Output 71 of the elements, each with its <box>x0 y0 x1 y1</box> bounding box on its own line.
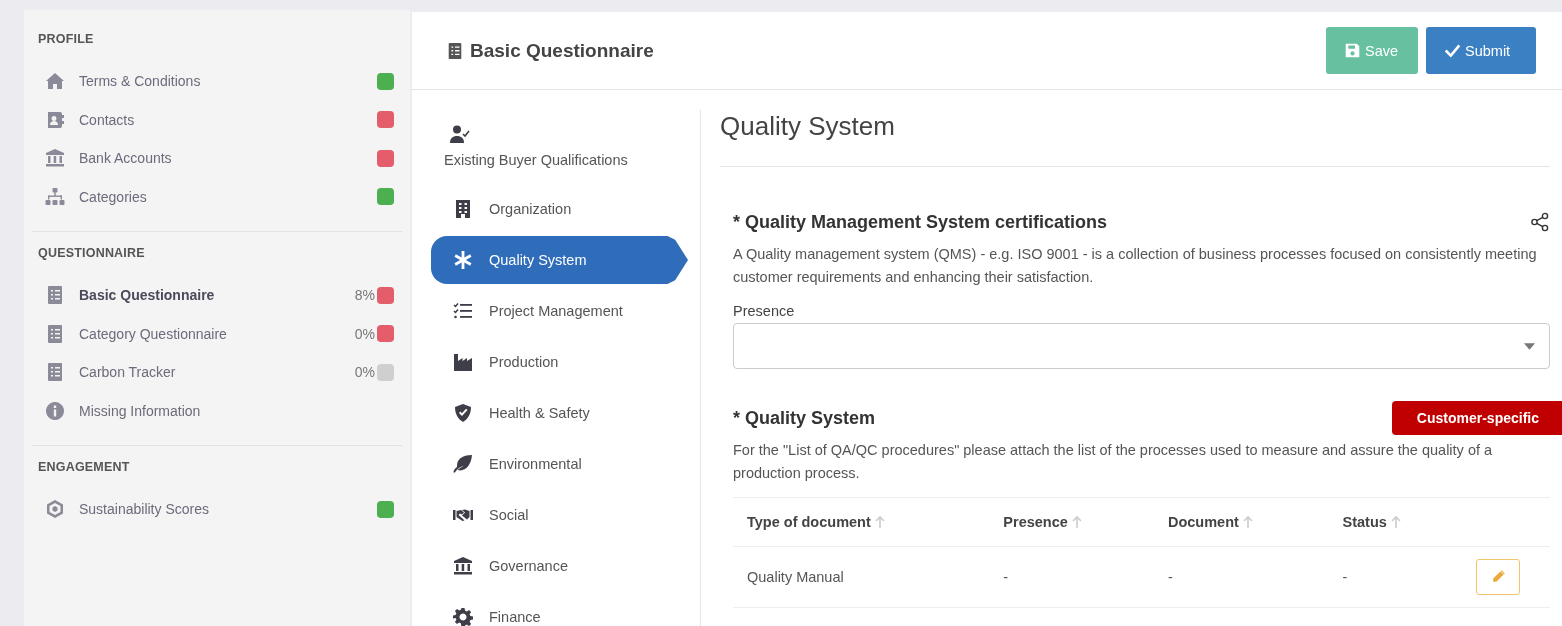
sort-arrow-icon[interactable] <box>1242 515 1253 529</box>
column-header[interactable]: Presence <box>989 497 1154 547</box>
section-title: Quality System <box>720 110 896 142</box>
section-heading: ENGAGEMENT <box>38 460 131 474</box>
edit-button[interactable] <box>1476 559 1520 595</box>
caret-icon <box>1524 342 1535 350</box>
sidebar-item[interactable]: Contacts <box>32 100 410 139</box>
question-title: * Quality Management System certifications <box>733 211 1108 233</box>
sidebar-item[interactable]: Basic Questionnaire 8% <box>32 276 410 315</box>
nav-item[interactable]: Project Management <box>431 287 688 335</box>
checkmark-icon <box>1444 42 1461 59</box>
bank-icon <box>453 556 473 576</box>
table-cell: - <box>1328 546 1462 608</box>
asterisk-icon <box>453 250 473 270</box>
sidebar-item[interactable]: Categories <box>32 177 410 216</box>
question-description: A Quality management system (QMS) - e.g. ISO 9001 - is a collection of business processes focused on consistently meeting customer requirements and enhancing their satisfaction. <box>733 245 1538 287</box>
column-header[interactable]: Status <box>1328 497 1462 547</box>
factory-icon <box>453 352 473 372</box>
nav-item[interactable]: Quality System <box>431 236 688 284</box>
submit-button[interactable]: Submit <box>1426 27 1536 74</box>
list-icon <box>45 285 65 306</box>
nav-item[interactable]: Health & Safety <box>431 389 688 437</box>
list-icon <box>446 40 464 61</box>
nav-item[interactable]: Existing Buyer Qualifications <box>431 110 700 180</box>
list-icon <box>45 362 65 383</box>
tag: Customer-specific <box>1391 401 1562 435</box>
sidebar-item[interactable]: Category Questionnaire 0% <box>32 314 410 353</box>
nav-item[interactable]: Production <box>431 338 688 386</box>
leaf-icon <box>453 454 473 474</box>
share-icon[interactable] <box>1530 212 1550 232</box>
nav-item[interactable]: Environmental <box>431 440 688 488</box>
dropdown-field[interactable] <box>733 323 1550 369</box>
list-icon <box>45 323 65 344</box>
nav-item[interactable]: Finance <box>431 593 688 626</box>
sort-arrow-icon[interactable] <box>1071 515 1082 529</box>
nav-item[interactable]: Social <box>431 491 688 539</box>
hierarchy-icon <box>45 186 65 207</box>
sidebar-item[interactable]: Carbon Tracker 0% <box>32 353 410 392</box>
sort-arrow-icon[interactable] <box>1390 515 1401 529</box>
web-icon <box>45 499 65 520</box>
section-heading: QUESTIONNAIRE <box>38 246 146 260</box>
table-cell: Quality Manual <box>733 546 990 608</box>
sidebar-item[interactable]: Missing Information <box>32 391 410 430</box>
table-cell: - <box>1153 546 1329 608</box>
column-header[interactable]: Document <box>1153 497 1329 547</box>
building-icon <box>453 199 473 219</box>
question-title: * Quality System <box>733 407 876 429</box>
field-label: Presence <box>733 303 796 319</box>
info-icon <box>45 400 65 421</box>
contact-book-icon <box>45 109 65 130</box>
pencil-icon <box>1490 569 1506 585</box>
percentage: 0% <box>354 325 375 342</box>
sidebar-item[interactable]: Sustainability Scores <box>32 490 410 529</box>
home-icon <box>45 71 65 92</box>
nav-item[interactable]: Governance <box>431 542 688 590</box>
page-title: Basic Questionnaire <box>470 39 655 62</box>
bank-icon <box>45 148 65 169</box>
shield-check-icon <box>453 403 473 423</box>
percentage: 0% <box>354 364 375 381</box>
percentage: 8% <box>354 287 375 304</box>
sidebar-item[interactable]: Bank Accounts <box>32 139 410 178</box>
section-heading: PROFILE <box>38 32 95 46</box>
gear-icon <box>453 607 473 626</box>
checklist-icon <box>453 301 473 321</box>
question-description: For the "List of QA/QC procedures" please attach the list of the processes used to measure and assure the quality of a production process. <box>733 441 1494 483</box>
sidebar-item[interactable]: Terms & Conditions <box>32 62 410 101</box>
sort-arrow-icon[interactable] <box>874 515 885 529</box>
user-check-icon <box>450 124 470 144</box>
column-header[interactable]: Type of document <box>733 497 990 547</box>
nav-item[interactable]: Organization <box>431 185 688 233</box>
table-cell: - <box>989 546 1154 608</box>
